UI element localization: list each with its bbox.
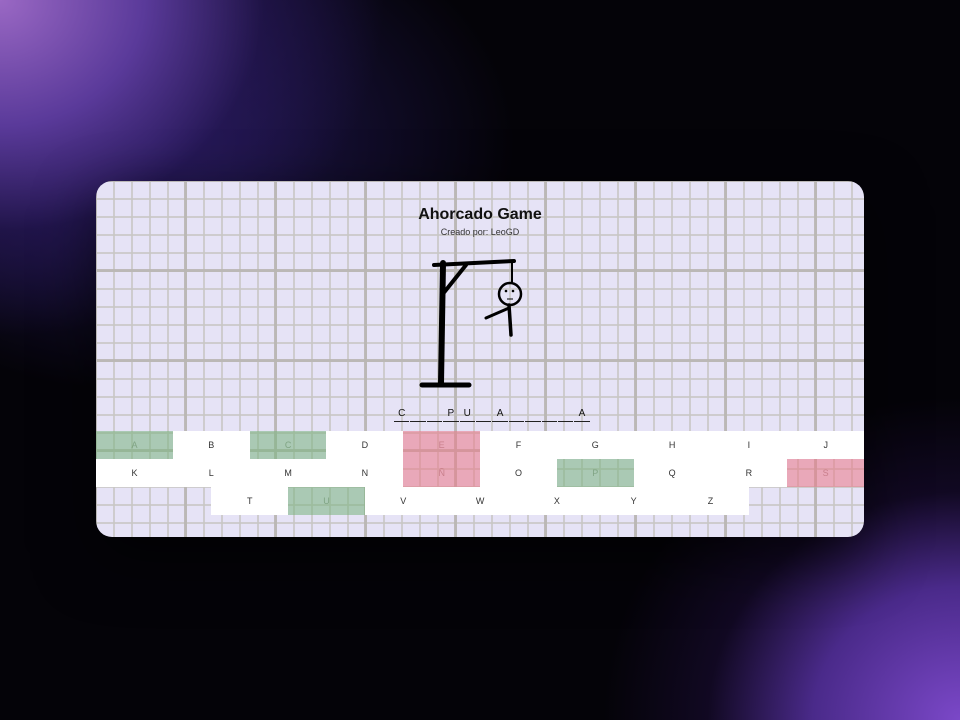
gallows-frame bbox=[419, 259, 516, 388]
key-p[interactable]: P bbox=[556, 459, 634, 487]
hangman-head bbox=[497, 281, 523, 307]
key-h[interactable]: H bbox=[633, 431, 711, 459]
letter-slot: A bbox=[492, 407, 508, 422]
key-n[interactable]: N bbox=[326, 459, 404, 487]
key-v[interactable]: V bbox=[364, 487, 442, 515]
key-k[interactable]: K bbox=[96, 459, 173, 487]
game-subtitle: Creado por: LeoGD bbox=[440, 227, 520, 237]
hangman-left-arm bbox=[484, 306, 511, 320]
letter-slot bbox=[557, 407, 574, 422]
keyboard-row: KLMNÑOPQRS bbox=[96, 459, 864, 487]
key-ñ[interactable]: Ñ bbox=[403, 459, 481, 487]
key-s[interactable]: S bbox=[787, 459, 864, 487]
key-m[interactable]: M bbox=[249, 459, 327, 487]
letter-slot bbox=[508, 407, 525, 422]
keyboard: ABCDEFGHIJKLMNÑOPQRSTUVWXYZ bbox=[96, 431, 864, 515]
key-c[interactable]: C bbox=[249, 431, 327, 459]
key-u[interactable]: U bbox=[288, 487, 365, 515]
letter-slot bbox=[426, 407, 443, 422]
key-i[interactable]: I bbox=[710, 431, 788, 459]
key-y[interactable]: Y bbox=[595, 487, 673, 515]
key-r[interactable]: R bbox=[710, 459, 788, 487]
word-slots: C PU A A bbox=[394, 407, 590, 422]
key-q[interactable]: Q bbox=[633, 459, 711, 487]
hangman-eye-right bbox=[511, 289, 515, 293]
key-x[interactable]: X bbox=[518, 487, 596, 515]
key-a[interactable]: A bbox=[96, 431, 173, 459]
key-o[interactable]: O bbox=[480, 459, 557, 487]
key-d[interactable]: D bbox=[326, 431, 404, 459]
keyboard-row: TUVWXYZ bbox=[96, 487, 864, 515]
letter-slot bbox=[475, 407, 492, 422]
key-w[interactable]: W bbox=[441, 487, 519, 515]
key-t[interactable]: T bbox=[211, 487, 289, 515]
letter-slot bbox=[410, 407, 426, 422]
key-j[interactable]: J bbox=[787, 431, 864, 459]
hangman-eye-left bbox=[504, 289, 508, 293]
game-title: Ahorcado Game bbox=[418, 206, 542, 223]
key-b[interactable]: B bbox=[172, 431, 250, 459]
letter-slot: C bbox=[394, 407, 410, 422]
letter-slot: U bbox=[459, 407, 475, 422]
key-f[interactable]: F bbox=[480, 431, 557, 459]
hangman-figure bbox=[484, 281, 523, 337]
letter-slot: A bbox=[574, 407, 590, 422]
key-e[interactable]: E bbox=[403, 431, 481, 459]
letter-slot bbox=[525, 407, 541, 422]
hangman-drawing bbox=[419, 259, 523, 388]
keyboard-row: ABCDEFGHIJ bbox=[96, 431, 864, 459]
key-z[interactable]: Z bbox=[672, 487, 749, 515]
key-l[interactable]: L bbox=[172, 459, 250, 487]
key-g[interactable]: G bbox=[556, 431, 634, 459]
letter-slot bbox=[541, 407, 557, 422]
game-card: Ahorcado Game Creado por: LeoGD CPUAA AB… bbox=[96, 181, 864, 537]
letter-slot: P bbox=[443, 407, 459, 422]
